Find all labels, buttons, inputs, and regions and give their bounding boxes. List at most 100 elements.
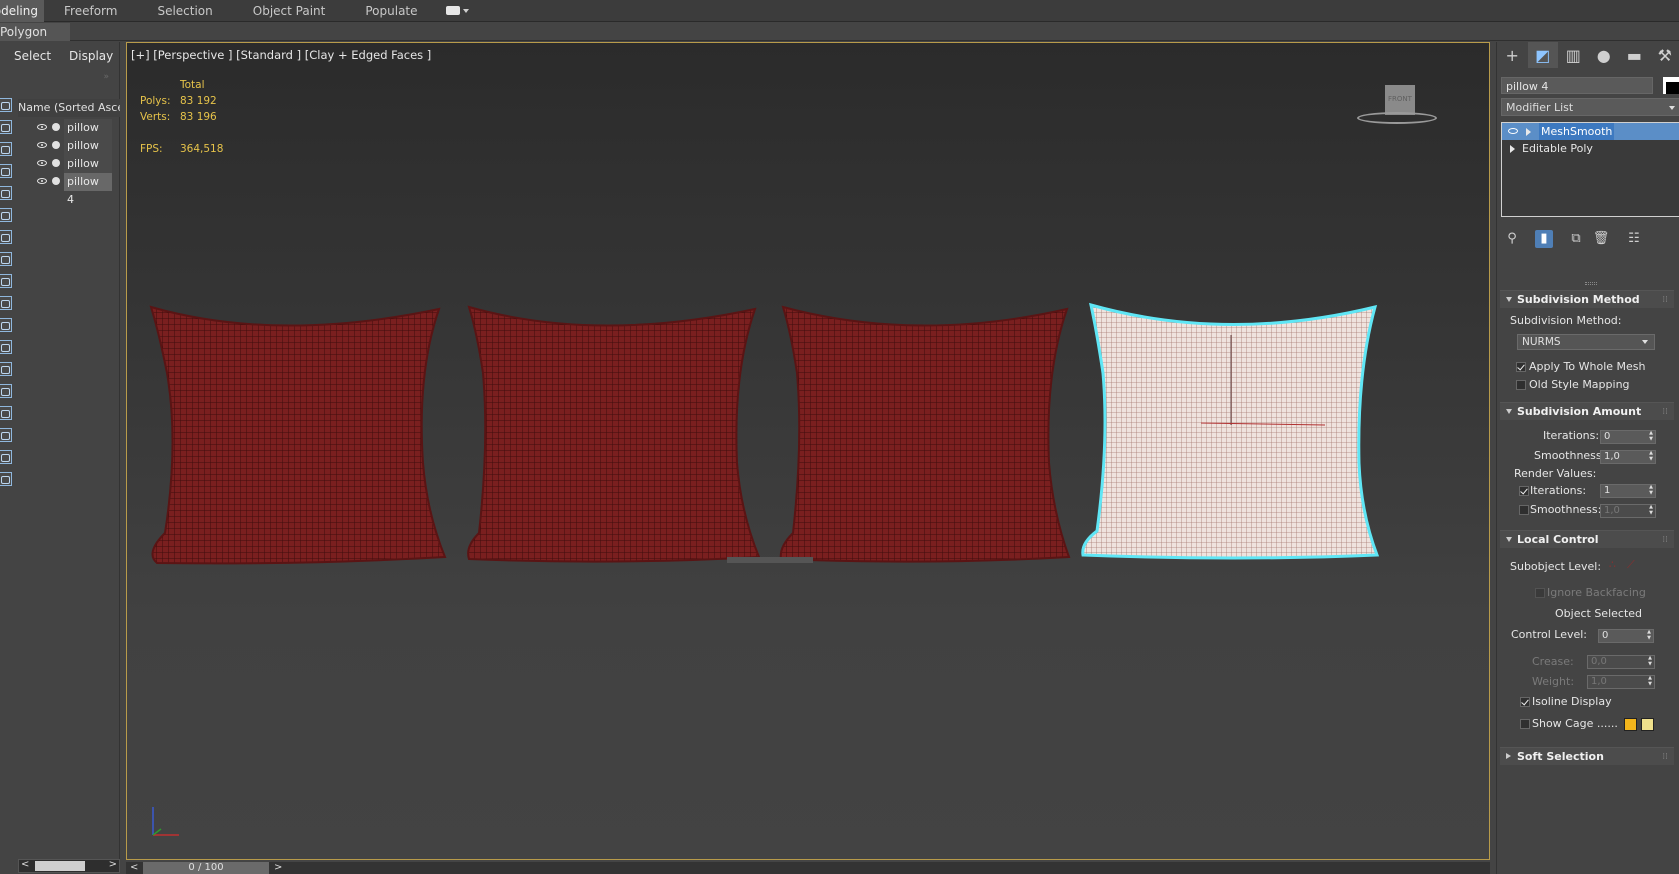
modifier-list-dropdown[interactable]: Modifier List [1501, 98, 1679, 116]
old-style-mapping-checkbox[interactable] [1516, 380, 1526, 390]
cage-color-swatch-1[interactable] [1624, 718, 1637, 731]
polygon-modeling-panel[interactable]: Polygon Modeling [0, 23, 70, 41]
bone-filter-icon[interactable] [0, 296, 12, 310]
freeze-icon[interactable] [52, 177, 60, 185]
group-filter-icon[interactable] [0, 252, 12, 266]
scroll-right-icon[interactable]: > [109, 859, 117, 870]
explorer-menu-select[interactable]: Select [14, 49, 51, 63]
spacewarp-filter-icon[interactable] [0, 230, 12, 244]
pillow-2-mesh[interactable] [467, 305, 761, 563]
ribbon-options-dropdown[interactable] [438, 6, 469, 15]
panel-resize-grip[interactable] [1585, 282, 1597, 285]
rollout-subdivision-amount[interactable]: Subdivision Amount ⁞⁞ [1500, 402, 1674, 420]
tab-freeform[interactable]: Freeform [44, 0, 137, 22]
freeze-icon[interactable] [52, 141, 60, 149]
show-cage-checkbox[interactable] [1520, 719, 1530, 729]
modify-icon[interactable]: ◩ [1527, 42, 1558, 68]
cage-color-swatch-2[interactable] [1641, 718, 1654, 731]
camera-filter-icon[interactable] [0, 186, 12, 200]
weight-spinner[interactable]: 1,0 [1587, 675, 1655, 689]
funnel-icon[interactable] [0, 450, 12, 464]
xref-filter-icon[interactable] [0, 274, 12, 288]
crease-spinner[interactable]: 0,0 [1587, 655, 1655, 669]
stack-item-label: Editable Poly [1522, 142, 1593, 155]
explorer-item-pillow-4[interactable]: pillow 4 [14, 173, 120, 206]
stack-item-meshsmooth[interactable]: MeshSmooth [1502, 123, 1679, 140]
select-tool-icon[interactable] [0, 98, 12, 112]
invert-display-icon[interactable] [0, 406, 12, 420]
explorer-item-pillow-1[interactable]: pillow 1 [14, 119, 120, 152]
expand-triangle-icon[interactable] [1510, 145, 1515, 153]
subdivision-method-dropdown[interactable]: NURMS [1517, 334, 1655, 350]
display-all-icon[interactable] [0, 362, 12, 376]
vertex-level-icon[interactable]: ∴ [1609, 558, 1616, 571]
scroll-left-icon[interactable]: < [21, 859, 29, 870]
time-slider-thumb[interactable]: 0 / 100 [143, 862, 269, 874]
utilities-icon[interactable]: ⚒ [1650, 42, 1679, 68]
remove-modifier-icon[interactable]: 🗑 [1592, 230, 1610, 248]
tab-modeling[interactable]: Modeling [0, 0, 44, 22]
explorer-horizontal-scrollbar[interactable]: < > [18, 859, 120, 873]
pillow-4-mesh[interactable] [1081, 302, 1380, 560]
configure-modifier-sets-icon[interactable]: ☷ [1625, 230, 1643, 248]
pin-stack-icon[interactable]: ⚲ [1503, 230, 1521, 248]
perspective-viewport[interactable]: [+] [Perspective ] [Standard ] [Clay + E… [126, 42, 1490, 860]
eye-icon[interactable] [37, 160, 47, 166]
ignore-backfacing-label: Ignore Backfacing [1547, 586, 1646, 599]
control-level-spinner[interactable]: 0 [1598, 629, 1654, 643]
helper-filter-icon[interactable] [0, 208, 12, 222]
eye-icon[interactable] [37, 178, 47, 184]
find-icon[interactable] [0, 472, 12, 486]
prev-frame-icon[interactable]: < [130, 862, 138, 874]
time-slider[interactable]: < 0 / 100 > [126, 862, 1490, 874]
motion-icon[interactable]: ● [1589, 42, 1620, 68]
render-smoothness-checkbox[interactable] [1519, 505, 1529, 515]
rollout-local-control[interactable]: Local Control ⁞⁞ [1500, 530, 1674, 548]
eye-icon[interactable] [37, 124, 47, 130]
tab-object-paint[interactable]: Object Paint [233, 0, 346, 22]
eye-icon[interactable] [1508, 128, 1518, 134]
freeze-icon[interactable] [52, 123, 60, 131]
show-end-result-icon[interactable]: ▮ [1535, 230, 1553, 248]
display-icon[interactable]: ▬ [1619, 42, 1650, 68]
light-filter-icon[interactable] [0, 164, 12, 178]
iterations-spinner[interactable]: 0 [1600, 430, 1656, 444]
render-iterations-spinner[interactable]: 1 [1600, 484, 1656, 498]
render-smoothness-spinner[interactable]: 1,0 [1600, 504, 1656, 518]
next-frame-icon[interactable]: > [274, 862, 282, 874]
explorer-menu-display[interactable]: Display [69, 49, 113, 63]
object-color-swatch[interactable] [1663, 77, 1679, 94]
apply-whole-mesh-checkbox[interactable] [1516, 362, 1526, 372]
explorer-item-pillow-3[interactable]: pillow 3 [14, 155, 120, 188]
collapse-chevron-icon[interactable]: » [103, 72, 109, 82]
pillow-3-mesh[interactable] [779, 305, 1071, 563]
tab-selection[interactable]: Selection [137, 0, 232, 22]
eye-icon[interactable] [37, 142, 47, 148]
ribbon-toggle-icon [445, 6, 460, 15]
shape-filter-icon[interactable] [0, 142, 12, 156]
rollout-soft-selection[interactable]: Soft Selection ⁞⁞ [1500, 747, 1674, 765]
edge-level-icon[interactable]: ⟋ [1627, 558, 1635, 572]
hierarchy-icon[interactable]: ▥ [1558, 42, 1589, 68]
scrollbar-thumb[interactable] [35, 861, 85, 871]
tab-populate[interactable]: Populate [345, 0, 437, 22]
display-none-icon[interactable] [0, 384, 12, 398]
visibility-filter-icon[interactable] [0, 340, 12, 354]
explorer-column-header[interactable]: Name (Sorted Ascending) [18, 99, 120, 117]
expand-triangle-icon[interactable] [1526, 128, 1531, 136]
geometry-filter-icon[interactable] [0, 120, 12, 134]
pillow-1-mesh[interactable] [149, 305, 447, 565]
isoline-display-checkbox[interactable] [1520, 697, 1530, 707]
freeze-icon[interactable] [52, 159, 60, 167]
rollout-subdivision-method[interactable]: Subdivision Method ⁞⁞ [1500, 290, 1674, 308]
ignore-backfacing-checkbox[interactable] [1535, 588, 1545, 598]
render-iterations-checkbox[interactable] [1519, 486, 1529, 496]
object-name-input[interactable]: pillow 4 [1501, 77, 1653, 94]
create-icon[interactable]: + [1497, 42, 1528, 68]
smoothness-spinner[interactable]: 1,0 [1600, 450, 1656, 464]
stack-item-editable-poly[interactable]: Editable Poly [1502, 140, 1679, 157]
make-unique-icon[interactable]: ⧉ [1567, 230, 1585, 248]
filter-icon[interactable] [0, 428, 12, 442]
explorer-item-pillow-2[interactable]: pillow 2 [14, 137, 120, 170]
container-filter-icon[interactable] [0, 318, 12, 332]
